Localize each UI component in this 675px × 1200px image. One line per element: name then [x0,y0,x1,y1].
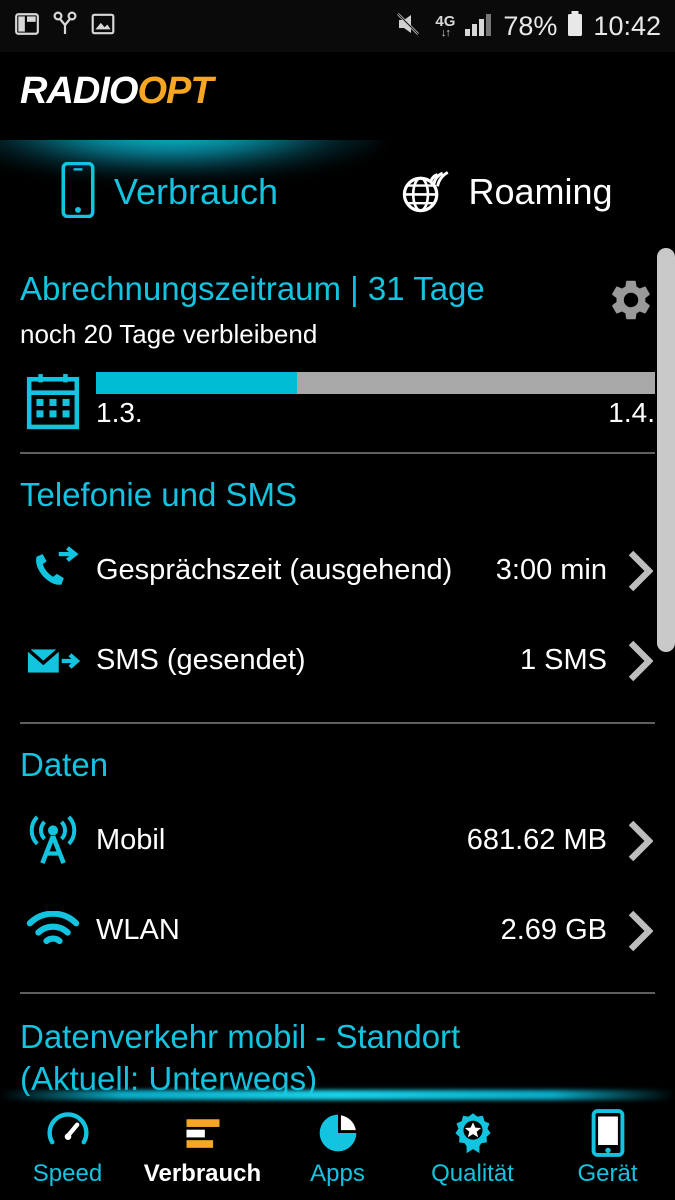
nav-item-speed-label: Speed [32,1160,103,1187]
award-star-icon [451,1110,495,1156]
tab-roaming-label: Roaming [468,171,613,212]
wifi-icon [20,910,96,951]
billing-progress-bar [96,372,655,395]
telephony-section-title: Telefonie und SMS [20,475,298,513]
chevron-right-icon [627,909,653,953]
top-tab-bar: Verbrauch Roaming [0,140,675,244]
gear-icon[interactable] [607,276,655,329]
network-arrows-label: ↓↑ [440,26,451,39]
billing-end-date: 1.4. [608,397,655,429]
multi-window-icon [14,11,40,42]
pie-chart-icon [316,1110,360,1156]
status-bar: 4G ↓↑ 78% 10:42 [0,0,675,52]
tab-verbrauch-label: Verbrauch [113,171,279,212]
bar-list-icon [181,1110,225,1156]
nav-item-qualitaet[interactable]: Qualität [405,1096,540,1200]
nav-item-geraet-label: Gerät [577,1160,638,1187]
sent-sms-icon [20,641,96,681]
mute-icon [396,11,426,42]
nav-item-verbrauch[interactable]: Verbrauch [135,1096,270,1200]
nav-item-apps[interactable]: Apps [270,1096,405,1200]
billing-dates: 1.3. 1.4. [96,398,655,429]
tab-verbrauch[interactable]: Verbrauch [0,140,338,244]
nav-item-qualitaet-label: Qualität [431,1160,514,1187]
app-logo: RADIOOPT [20,70,214,112]
chevron-right-icon [627,819,653,863]
row-value: 3:00 min [495,554,607,587]
cell-tower-icon [20,815,96,867]
battery-percent-label: 78% [503,10,558,41]
nav-item-apps-label: Apps [310,1160,365,1187]
bottom-nav-bar: Speed Verbrauch Apps Qualität Gerät [0,1090,675,1200]
data-section-title: Daten [20,745,109,783]
vertical-scrollbar[interactable] [657,248,675,652]
row-label: WLAN [96,914,180,947]
calendar-icon [20,372,96,430]
billing-progress-row: 1.3. 1.4. [20,372,655,430]
battery-icon [566,10,584,43]
image-icon [90,11,116,42]
table-row[interactable]: WLAN 2.69 GB [20,888,655,974]
logo-part-radio: RADIO [20,70,138,112]
smartphone-icon [60,161,96,223]
row-label: SMS (gesendet) [96,644,306,677]
chevron-right-icon [627,549,653,593]
chevron-right-icon [627,639,653,683]
row-value: 2.69 GB [500,914,607,947]
globe-signal-icon [400,165,450,220]
signal-bars-icon [464,11,494,42]
traffic-location-section: Datenverkehr mobil - Standort (Aktuell: … [0,994,675,1098]
speedometer-icon [46,1110,90,1156]
app-header: RADIOOPT [0,52,675,140]
nav-item-speed[interactable]: Speed [0,1096,135,1200]
share-y-icon [53,10,77,42]
billing-progress-group: 1.3. 1.4. [96,372,655,429]
billing-period-header: Abrechnungszeitraum | 31 Tage noch 20 Ta… [20,270,655,350]
row-label: Mobil [96,824,166,857]
scroll-content[interactable]: Abrechnungszeitraum | 31 Tage noch 20 Ta… [0,244,675,1098]
billing-period-title: Abrechnungszeitraum | 31 Tage [20,270,485,307]
billing-period-subtitle: noch 20 Tage verbleibend [20,318,318,349]
traffic-location-title-line1: Datenverkehr mobil - Standort [20,1017,461,1055]
data-section: Daten Mobil 681.62 MB WLAN 2.69 GB [0,724,675,974]
table-row[interactable]: Gesprächszeit (ausgehend) 3:00 min [20,528,655,614]
device-phone-icon [591,1109,625,1157]
telephony-section: Telefonie und SMS Gesprächszeit (ausgehe… [0,454,675,704]
app-root: 4G ↓↑ 78% 10:42 RADIOOPT Verbrauch Roami… [0,0,675,1200]
nav-item-geraet[interactable]: Gerät [540,1096,675,1200]
nav-item-verbrauch-label: Verbrauch [143,1160,262,1187]
billing-start-date: 1.3. [96,397,143,429]
table-row[interactable]: SMS (gesendet) 1 SMS [20,618,655,704]
billing-period-section: Abrechnungszeitraum | 31 Tage noch 20 Ta… [0,244,675,430]
bottom-nav-glow [0,1090,675,1100]
billing-progress-fill [96,372,298,395]
status-bar-right-icons: 4G ↓↑ 78% 10:42 [396,10,661,43]
clock-label: 10:42 [593,10,661,41]
logo-part-opt: OPT [137,70,213,112]
table-row[interactable]: Mobil 681.62 MB [20,798,655,884]
network-type-indicator: 4G ↓↑ [435,14,455,39]
row-value: 681.62 MB [466,824,607,857]
status-bar-left-icons [14,10,116,42]
row-label: Gesprächszeit (ausgehend) [96,554,453,587]
row-value: 1 SMS [519,644,607,677]
outgoing-call-icon [20,546,96,596]
tab-roaming[interactable]: Roaming [338,140,675,244]
